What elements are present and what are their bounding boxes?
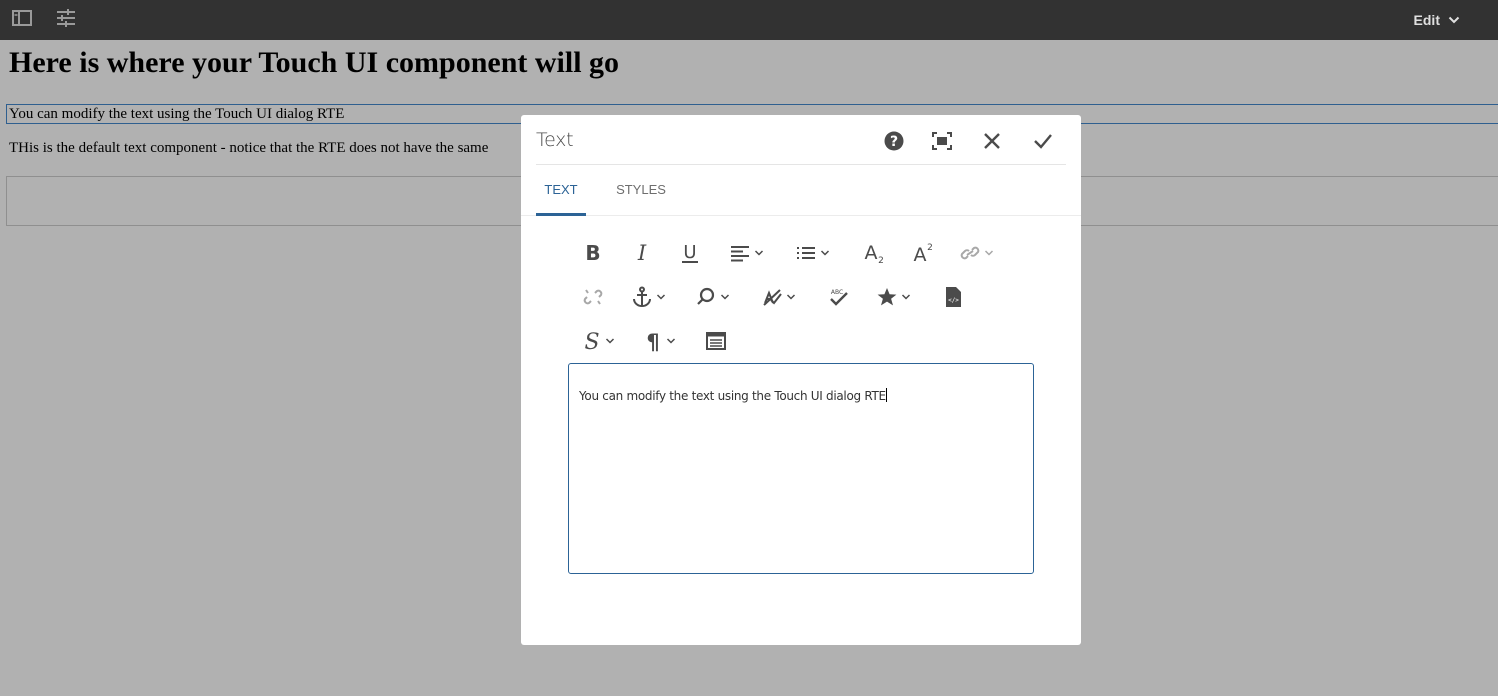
paragraph-format-dropdown[interactable]: ¶ — [643, 329, 676, 353]
underline-icon: U — [682, 242, 698, 263]
svg-text:S: S — [584, 330, 599, 353]
anchor-dropdown[interactable] — [631, 285, 666, 309]
svg-text:U: U — [683, 242, 696, 263]
chevron-down-icon — [605, 338, 615, 344]
side-panel-icon[interactable] — [11, 7, 33, 29]
dialog-tabs: TEXT STYLES — [521, 165, 1081, 216]
top-toolbar: Edit — [0, 0, 1498, 40]
close-icon[interactable] — [980, 129, 1004, 153]
search-icon — [697, 287, 715, 305]
find-replace-dropdown[interactable] — [695, 285, 730, 309]
styles-icon: S — [584, 330, 599, 353]
svg-text:2: 2 — [878, 256, 884, 265]
align-dropdown[interactable] — [729, 241, 764, 265]
spellcheck-settings-dropdown[interactable] — [761, 285, 796, 309]
superscript-button[interactable]: A2 — [910, 241, 934, 265]
special-characters-dropdown[interactable] — [876, 285, 911, 309]
chevron-down-icon — [820, 250, 830, 256]
text-dialog: Text ? TEXT STYLES B I U A2 A2 ABC </> S… — [521, 115, 1081, 645]
svg-text:</>: </> — [948, 297, 959, 304]
tab-text[interactable]: TEXT — [536, 165, 586, 216]
svg-text:B: B — [585, 241, 600, 265]
underline-button[interactable]: U — [679, 241, 701, 265]
page-title: Here is where your Touch UI component wi… — [9, 46, 620, 79]
mode-label: Edit — [1413, 12, 1440, 28]
svg-text:A: A — [914, 244, 927, 265]
table-button[interactable] — [705, 329, 727, 353]
default-text-component[interactable]: THis is the default text component - not… — [9, 140, 488, 157]
star-icon — [877, 288, 897, 306]
spellcheck-icon: ABC — [830, 289, 848, 306]
fullscreen-icon[interactable] — [930, 129, 954, 153]
link-icon — [960, 246, 980, 260]
chevron-down-icon — [901, 294, 911, 300]
mode-selector[interactable]: Edit — [1414, 10, 1460, 30]
chevron-down-icon — [666, 338, 676, 344]
svg-text:2: 2 — [927, 243, 933, 253]
text-caret — [885, 388, 887, 402]
styles-dropdown[interactable]: S — [582, 329, 615, 353]
pilcrow-icon: ¶ — [646, 330, 659, 353]
unlink-button[interactable] — [582, 285, 604, 309]
bold-button[interactable]: B — [582, 241, 604, 265]
svg-text:ABC: ABC — [831, 289, 843, 296]
bold-icon: B — [585, 241, 600, 265]
italic-icon: I — [637, 241, 647, 265]
unlink-icon — [583, 289, 603, 305]
source-code-file-icon: </> — [946, 287, 961, 307]
checkmark-icon[interactable] — [1031, 129, 1055, 153]
anchor-icon — [633, 286, 651, 307]
dialog-title: Text — [536, 129, 574, 151]
tab-styles[interactable]: STYLES — [616, 165, 666, 213]
subscript-button[interactable]: A2 — [861, 241, 885, 265]
list-icon — [797, 247, 815, 259]
spellcheck-button[interactable]: ABC — [828, 285, 850, 309]
chevron-down-icon — [1448, 16, 1460, 24]
superscript-icon: A2 — [914, 243, 933, 265]
help-icon[interactable]: ? — [882, 129, 906, 153]
svg-text:I: I — [637, 241, 647, 265]
link-dropdown[interactable] — [959, 241, 994, 265]
editor-content: You can modify the text using the Touch … — [579, 388, 887, 403]
align-left-icon — [731, 246, 749, 262]
chevron-down-icon — [984, 250, 994, 256]
chevron-down-icon — [786, 294, 796, 300]
source-edit-button[interactable]: </> — [942, 285, 964, 309]
rich-text-editor[interactable]: You can modify the text using the Touch … — [568, 363, 1034, 574]
sliders-icon[interactable] — [55, 7, 77, 29]
chevron-down-icon — [754, 250, 764, 256]
dialog-header: Text ? — [536, 115, 1066, 165]
svg-text:A: A — [865, 242, 878, 264]
italic-button[interactable]: I — [631, 241, 653, 265]
svg-text:?: ? — [890, 134, 898, 150]
spellcheck-settings-icon — [763, 289, 782, 306]
subscript-icon: A2 — [865, 242, 884, 265]
chevron-down-icon — [656, 294, 666, 300]
chevron-down-icon — [720, 294, 730, 300]
table-icon — [706, 332, 726, 350]
list-dropdown[interactable] — [795, 241, 830, 265]
svg-text:¶: ¶ — [646, 330, 659, 353]
